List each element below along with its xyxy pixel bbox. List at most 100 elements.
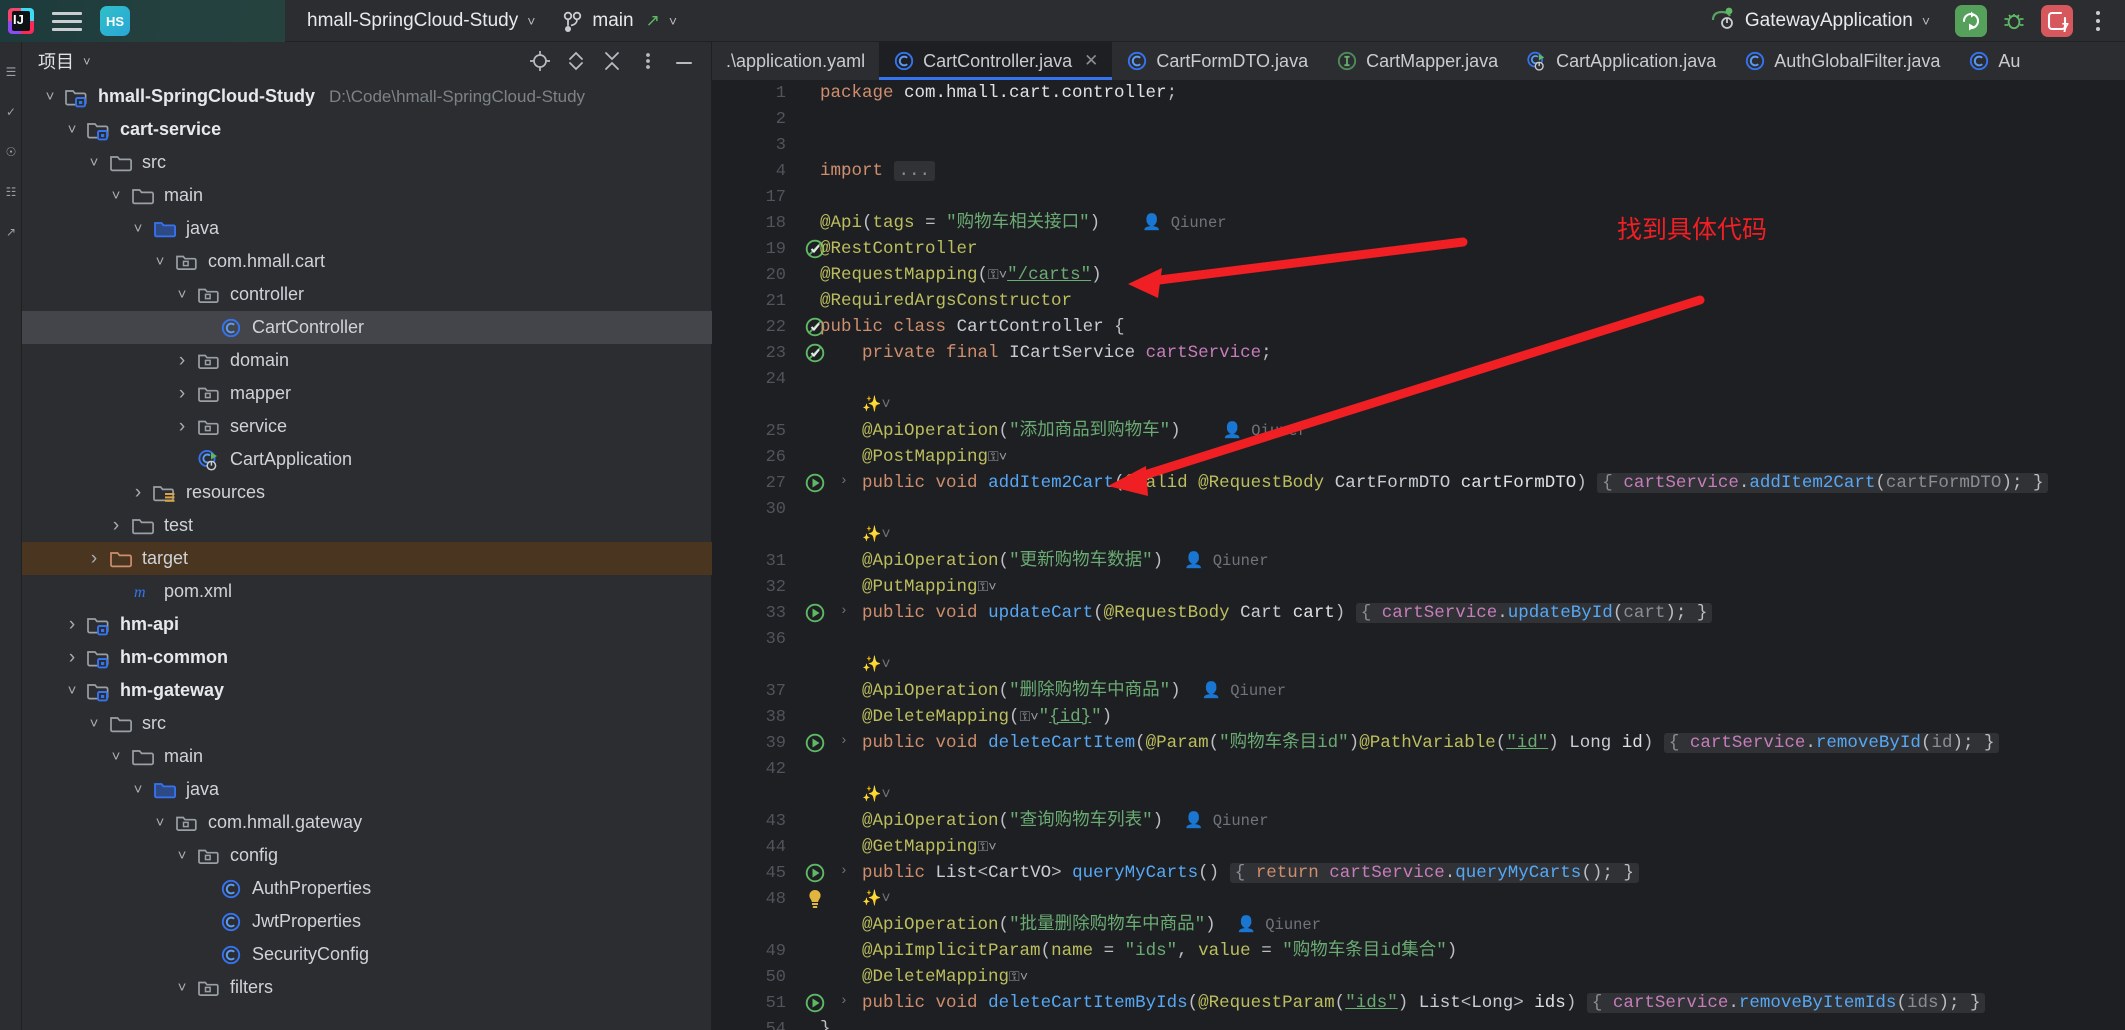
code-line[interactable]: public class CartController { [820, 314, 2125, 340]
code-line[interactable]: package com.hmall.cart.controller; [820, 80, 2125, 106]
code-line[interactable]: public void deleteCartItemByIds(@Request… [820, 990, 2125, 1016]
tree-node-java[interactable]: ˅ java [22, 212, 712, 245]
code-line[interactable] [820, 626, 2125, 652]
code-line[interactable]: public List<CartVO> queryMyCarts() { ret… [820, 860, 2125, 886]
code-line[interactable]: public void addItem2Cart(@Valid @Request… [820, 470, 2125, 496]
code-line[interactable]: @DeleteMapping⚿˅ [820, 964, 2125, 990]
tree-node-hm-api[interactable]: › hm-api [22, 608, 712, 641]
gutter-line[interactable]: 27 › [712, 470, 792, 496]
rail-commit-icon[interactable]: ✓ [0, 92, 22, 132]
code-line[interactable]: ✨˅ [820, 522, 2125, 548]
editor-tab-cartformdto-java[interactable]: CartFormDTO.java [1112, 42, 1322, 80]
chevron-right-icon[interactable]: › [124, 476, 152, 509]
chevron-right-icon[interactable]: › [168, 344, 196, 377]
tree-node-test[interactable]: › test [22, 509, 712, 542]
rail-bookmarks-icon[interactable]: ☉ [0, 132, 22, 172]
gutter-line[interactable]: 22 [712, 314, 792, 340]
gutter-line[interactable]: 19 [712, 236, 792, 262]
gutter-line[interactable]: 36 [712, 626, 792, 652]
gutter-line[interactable]: 3 [712, 132, 792, 158]
gutter-line[interactable]: 17 [712, 184, 792, 210]
chevron-down-icon[interactable]: ˅ [168, 839, 196, 872]
chevron-down-icon[interactable]: ˅ [168, 971, 196, 1004]
tree-node-domain[interactable]: › domain [22, 344, 712, 377]
gutter-line[interactable]: 23 [712, 340, 792, 366]
tree-node-cartcontroller[interactable]: CartController [22, 311, 712, 344]
chevron-down-icon[interactable]: ˅ [527, 13, 535, 29]
code-line[interactable]: private final ICartService cartService; [820, 340, 2125, 366]
gutter-line[interactable]: 33 › [712, 600, 792, 626]
editor-gutter[interactable]: 1234›171819 202122 23 24252627 ›30313233… [712, 80, 792, 1030]
code-line[interactable] [820, 496, 2125, 522]
hide-icon[interactable] [667, 44, 701, 78]
tree-node-src[interactable]: ˅ src [22, 146, 712, 179]
tree-node-com-hmall-gateway[interactable]: ˅ com.hmall.gateway [22, 806, 712, 839]
project-panel-title[interactable]: 项目 [38, 48, 74, 74]
code-line[interactable] [820, 366, 2125, 392]
tree-node-com-hmall-cart[interactable]: ˅ com.hmall.cart [22, 245, 712, 278]
gutter-line[interactable]: 50 [712, 964, 792, 990]
options-icon[interactable] [631, 44, 665, 78]
code-line[interactable]: } [820, 1016, 2125, 1030]
code-line[interactable]: public void updateCart(@RequestBody Cart… [820, 600, 2125, 626]
code-line[interactable]: @PutMapping⚿˅ [820, 574, 2125, 600]
gutter-line[interactable]: 26 [712, 444, 792, 470]
gutter-line[interactable]: 4› [712, 158, 792, 184]
rail-find-icon[interactable]: ↗ [0, 212, 22, 252]
chevron-right-icon[interactable]: › [58, 608, 86, 641]
code-content[interactable]: package com.hmall.cart.controller; import… [820, 80, 2125, 1030]
code-line[interactable]: ✨˅ [820, 782, 2125, 808]
code-line[interactable]: @ApiOperation("查询购物车列表") 👤 Qiuner [820, 808, 2125, 834]
chevron-down-icon[interactable]: ˅ [58, 674, 86, 707]
arrow-up-right-icon[interactable]: ↗ [646, 11, 660, 31]
gutter-line[interactable]: 42 [712, 756, 792, 782]
gutter-line[interactable]: 45 › [712, 860, 792, 886]
code-line[interactable] [820, 132, 2125, 158]
gutter-line[interactable]: 20 [712, 262, 792, 288]
code-line[interactable]: @ApiOperation("添加商品到购物车") 👤 Qiuner [820, 418, 2125, 444]
code-line[interactable] [820, 184, 2125, 210]
code-line[interactable] [820, 756, 2125, 782]
gutter-line[interactable]: 24 [712, 366, 792, 392]
editor-tab-cartmapper-java[interactable]: CartMapper.java [1322, 42, 1512, 80]
gutter-line[interactable] [712, 782, 792, 808]
code-line[interactable]: @Api(tags = "购物车相关接口") 👤 Qiuner [820, 210, 2125, 236]
code-line[interactable]: import ... [820, 158, 2125, 184]
chevron-down-icon[interactable]: ˅ [146, 806, 174, 839]
chevron-down-icon[interactable]: ˅ [36, 80, 64, 113]
code-line[interactable]: @ApiImplicitParam(name = "ids", value = … [820, 938, 2125, 964]
editor-tab-bar[interactable]: .\application.yaml CartController.java✕ … [712, 42, 2125, 80]
gutter-line[interactable]: 54 [712, 1016, 792, 1030]
run-configuration-name[interactable]: GatewayApplication [1745, 10, 1913, 32]
gutter-line[interactable]: 25 [712, 418, 792, 444]
code-line[interactable]: @DeleteMapping(⚿˅"{id}") [820, 704, 2125, 730]
close-icon[interactable]: ✕ [1084, 51, 1098, 71]
debug-button[interactable] [1998, 5, 2030, 37]
code-line[interactable]: @ApiOperation("删除购物车中商品") 👤 Qiuner [820, 678, 2125, 704]
chevron-right-icon[interactable]: › [102, 509, 130, 542]
gutter-line[interactable]: 1 [712, 80, 792, 106]
tree-node-pom-xml[interactable]: mpom.xml [22, 575, 712, 608]
project-name-label[interactable]: hmall-SpringCloud-Study [307, 10, 518, 32]
chevron-down-icon[interactable]: ˅ [80, 707, 108, 740]
chevron-down-icon[interactable]: ˅ [146, 245, 174, 278]
branch-name-label[interactable]: main [592, 10, 633, 32]
hamburger-menu-icon[interactable] [52, 6, 82, 36]
code-line[interactable]: @RequestMapping(⚿˅"/carts") [820, 262, 2125, 288]
chevron-down-icon[interactable]: ˅ [58, 113, 86, 146]
tree-node-config[interactable]: ˅ config [22, 839, 712, 872]
vcs-widget[interactable]: main ↗ ˅ [563, 10, 677, 32]
collapse-all-icon[interactable] [595, 44, 629, 78]
project-view-chevron-down-icon[interactable]: ˅ [83, 54, 91, 69]
chevron-right-icon[interactable]: › [168, 410, 196, 443]
rail-structure-icon[interactable]: ☷ [0, 172, 22, 212]
code-line[interactable]: public void deleteCartItem(@Param("购物车条目… [820, 730, 2125, 756]
editor-tab-au[interactable]: Au [1954, 42, 2034, 80]
chevron-right-icon[interactable]: › [168, 377, 196, 410]
stop-process-button[interactable]: 7 [2041, 5, 2073, 37]
tree-node-main[interactable]: ˅ main [22, 179, 712, 212]
project-tree[interactable]: ˅ hmall-SpringCloud-StudyD:\Code\hmall-S… [22, 80, 712, 1030]
code-line[interactable]: @GetMapping⚿˅ [820, 834, 2125, 860]
tree-node-target[interactable]: › target [22, 542, 712, 575]
more-vertical-icon[interactable] [2085, 5, 2111, 37]
